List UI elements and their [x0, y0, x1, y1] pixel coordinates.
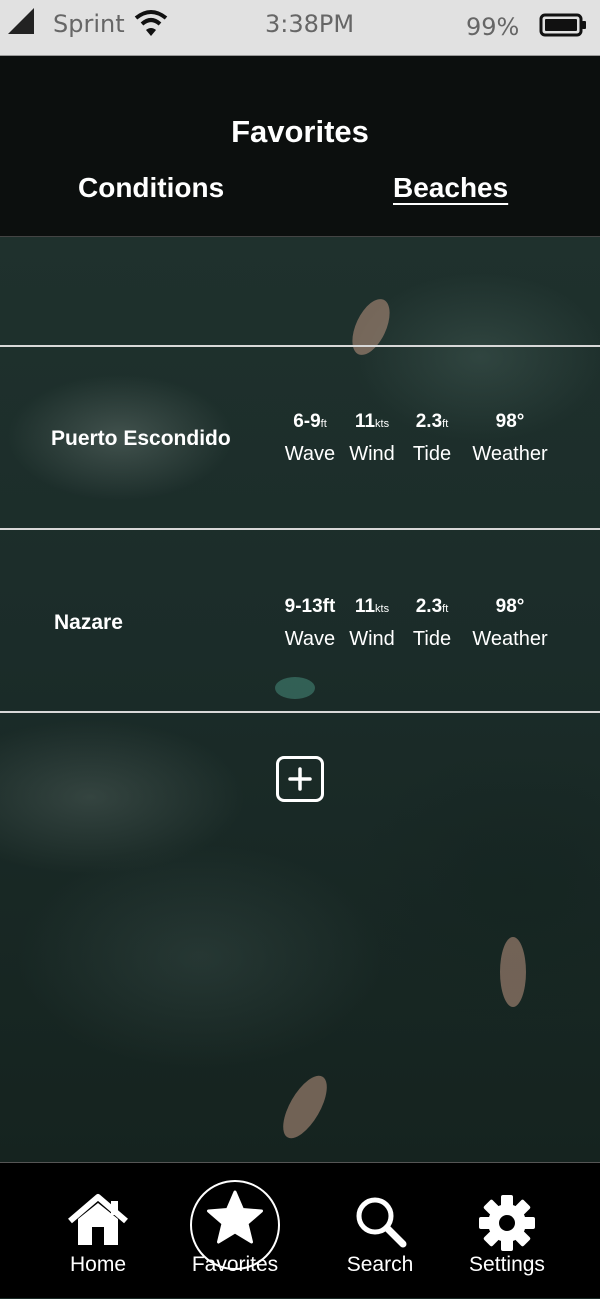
weather-value: 98° — [495, 596, 525, 617]
tab-settings-label: Settings — [469, 1253, 545, 1276]
wind-unit: kts — [375, 418, 390, 430]
tab-conditions[interactable]: Conditions — [78, 172, 224, 204]
add-beach-button[interactable] — [276, 756, 324, 802]
wifi-icon — [134, 10, 168, 36]
wave-unit: ft — [320, 418, 327, 430]
row-divider — [0, 711, 600, 713]
search-icon — [356, 1197, 407, 1248]
tide-stat: 2.3ft Tide — [392, 411, 472, 466]
surfer-image — [500, 937, 526, 1007]
home-icon — [68, 1194, 128, 1245]
row-divider — [0, 345, 600, 347]
battery-icon — [539, 13, 586, 37]
beach-name: Puerto Escondido — [51, 427, 231, 450]
surfer-image — [344, 293, 398, 361]
tide-stat: 2.3ft Tide — [392, 596, 472, 651]
tide-value: 2.3 — [415, 596, 443, 617]
plus-icon — [288, 767, 312, 791]
cellular-signal-icon — [8, 8, 34, 34]
weather-label: Weather — [472, 628, 548, 650]
wave-value: 9-13ft — [284, 596, 336, 617]
tab-search[interactable]: Search — [320, 1163, 440, 1299]
tide-unit: ft — [442, 603, 449, 615]
surfer-image — [274, 1069, 336, 1145]
page-title: Favorites — [231, 114, 369, 149]
row-divider — [0, 528, 600, 530]
wind-unit: kts — [375, 603, 390, 615]
clock: 3:38PM — [265, 10, 355, 38]
tide-label: Tide — [412, 443, 452, 465]
wind-value: 11 — [354, 596, 376, 617]
gear-icon — [479, 1195, 535, 1251]
weather-stat: 98° Weather — [464, 596, 556, 651]
bottom-tab-bar: Home Favorites Search Settings — [0, 1162, 600, 1298]
tab-settings[interactable]: Settings — [446, 1163, 568, 1299]
wave-value: 6-9 — [293, 411, 321, 432]
ocean-background — [0, 237, 600, 1162]
carrier-name: Sprint — [53, 10, 125, 38]
tab-favorites-label: Favorites — [191, 1253, 279, 1276]
tide-label: Tide — [412, 628, 452, 650]
weather-value: 98° — [495, 411, 525, 432]
favorites-header: Favorites Conditions Beaches — [0, 56, 600, 237]
weather-stat: 98° Weather — [464, 411, 556, 466]
wind-value: 11 — [354, 411, 376, 432]
tab-favorites[interactable]: Favorites — [175, 1163, 295, 1299]
tab-home-label: Home — [69, 1253, 127, 1276]
tab-home[interactable]: Home — [38, 1163, 158, 1299]
tab-beaches[interactable]: Beaches — [393, 172, 508, 204]
star-icon — [207, 1190, 263, 1244]
status-bar: Sprint 3:38PM 99% — [0, 0, 600, 56]
beach-name: Nazare — [54, 611, 123, 634]
tab-search-label: Search — [346, 1253, 414, 1276]
surfer-image — [275, 677, 315, 699]
weather-label: Weather — [472, 443, 548, 465]
tide-unit: ft — [442, 418, 449, 430]
tide-value: 2.3 — [415, 411, 443, 432]
battery-percentage: 99% — [466, 13, 520, 41]
